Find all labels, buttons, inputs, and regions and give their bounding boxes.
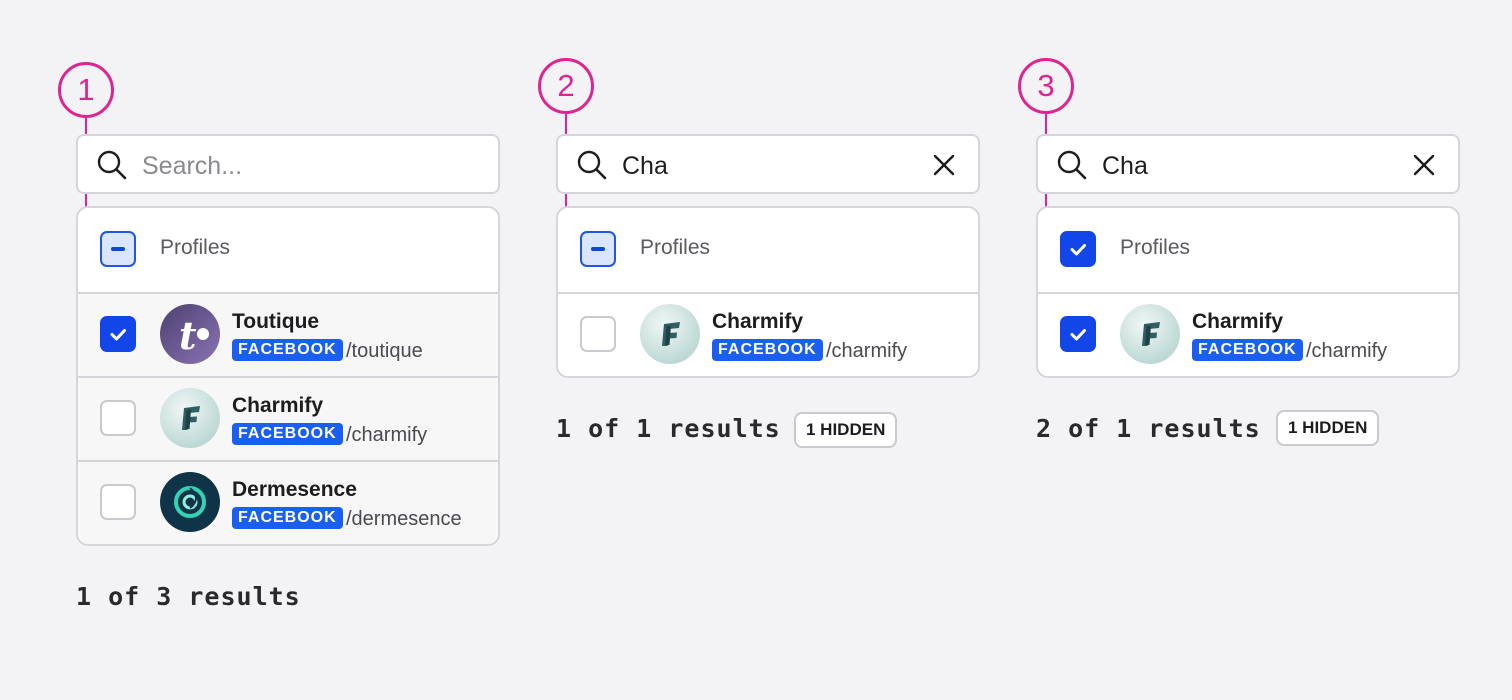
search-input[interactable]: Cha (1102, 152, 1148, 180)
search-icon (1056, 149, 1088, 186)
results-count: 1 of 3 results (76, 582, 301, 611)
profile-name: Dermesence (232, 478, 357, 501)
profiles-header: Profiles (1038, 208, 1458, 294)
panel-step-1: 1 Search... Profiles t Toutique FACEBOOK… (58, 0, 500, 700)
platform-badge: FACEBOOK (712, 339, 823, 361)
profile-name: Charmify (1192, 310, 1284, 333)
profiles-header: Profiles (558, 208, 978, 294)
charmify-logo-icon (640, 304, 700, 364)
results-count: 2 of 1 results (1036, 414, 1261, 443)
dermesence-logo-icon (160, 472, 220, 532)
search-icon (576, 149, 608, 186)
panel-step-3: 3 Cha Profiles Charmify FACEBOOK /charmi… (1018, 0, 1460, 700)
checkmark-icon (1070, 329, 1086, 341)
profiles-header-label: Profiles (160, 236, 231, 259)
list-item[interactable]: Charmify FACEBOOK /charmify (1038, 294, 1458, 376)
profile-handle: /charmify (346, 424, 428, 446)
profile-handle: /dermesence (346, 508, 462, 530)
profiles-header: Profiles (78, 208, 498, 294)
profile-name: Charmify (232, 394, 324, 417)
charmify-logo-icon (160, 388, 220, 448)
profile-checkbox[interactable] (100, 316, 136, 352)
charmify-logo-icon (1120, 304, 1180, 364)
platform-badge: FACEBOOK (232, 339, 343, 361)
svg-text:t: t (179, 313, 197, 358)
search-box[interactable]: Cha (556, 134, 980, 194)
search-icon (96, 149, 128, 186)
select-all-checkbox[interactable] (580, 231, 616, 267)
clear-search-icon[interactable] (932, 153, 956, 182)
hidden-count-badge: 1 HIDDEN (1276, 410, 1380, 446)
profile-checkbox[interactable] (100, 484, 136, 520)
list-item[interactable]: Dermesence FACEBOOK /dermesence (78, 460, 498, 544)
results-count: 1 of 1 results (556, 414, 781, 443)
platform-badge: FACEBOOK (232, 423, 343, 445)
checkmark-icon (110, 329, 126, 341)
list-item[interactable]: Charmify FACEBOOK /charmify (558, 294, 978, 376)
profile-handle: /charmify (826, 340, 908, 362)
step-marker-3: 3 (1018, 58, 1074, 114)
hidden-count-badge: 1 HIDDEN (794, 412, 898, 448)
clear-search-icon[interactable] (1412, 153, 1436, 182)
profile-checkbox[interactable] (580, 316, 616, 352)
profiles-list: Profiles Charmify FACEBOOK /charmify (1036, 206, 1460, 378)
checkmark-icon (1070, 244, 1086, 256)
platform-badge: FACEBOOK (1192, 339, 1303, 361)
profiles-list: Profiles t Toutique FACEBOOK /toutique C… (76, 206, 500, 546)
profiles-list: Profiles Charmify FACEBOOK /charmify (556, 206, 980, 378)
select-all-checkbox[interactable] (1060, 231, 1096, 267)
list-item[interactable]: t Toutique FACEBOOK /toutique (78, 294, 498, 376)
toutique-logo-icon: t (160, 304, 220, 364)
profiles-header-label: Profiles (640, 236, 711, 259)
step-marker-2: 2 (538, 58, 594, 114)
profile-name: Toutique (232, 310, 320, 333)
profiles-header-label: Profiles (1120, 236, 1191, 259)
profile-name: Charmify (712, 310, 804, 333)
profile-handle: /charmify (1306, 340, 1388, 362)
profile-handle: /toutique (346, 340, 423, 362)
search-box[interactable]: Search... (76, 134, 500, 194)
search-input[interactable]: Search... (142, 152, 242, 180)
select-all-checkbox[interactable] (100, 231, 136, 267)
profile-checkbox[interactable] (100, 400, 136, 436)
platform-badge: FACEBOOK (232, 507, 343, 529)
profile-checkbox[interactable] (1060, 316, 1096, 352)
step-marker-1: 1 (58, 62, 114, 118)
panel-step-2: 2 Cha Profiles Charmify FACEBOOK /charmi… (538, 0, 980, 700)
list-item[interactable]: Charmify FACEBOOK /charmify (78, 376, 498, 460)
search-input[interactable]: Cha (622, 152, 668, 180)
search-box[interactable]: Cha (1036, 134, 1460, 194)
